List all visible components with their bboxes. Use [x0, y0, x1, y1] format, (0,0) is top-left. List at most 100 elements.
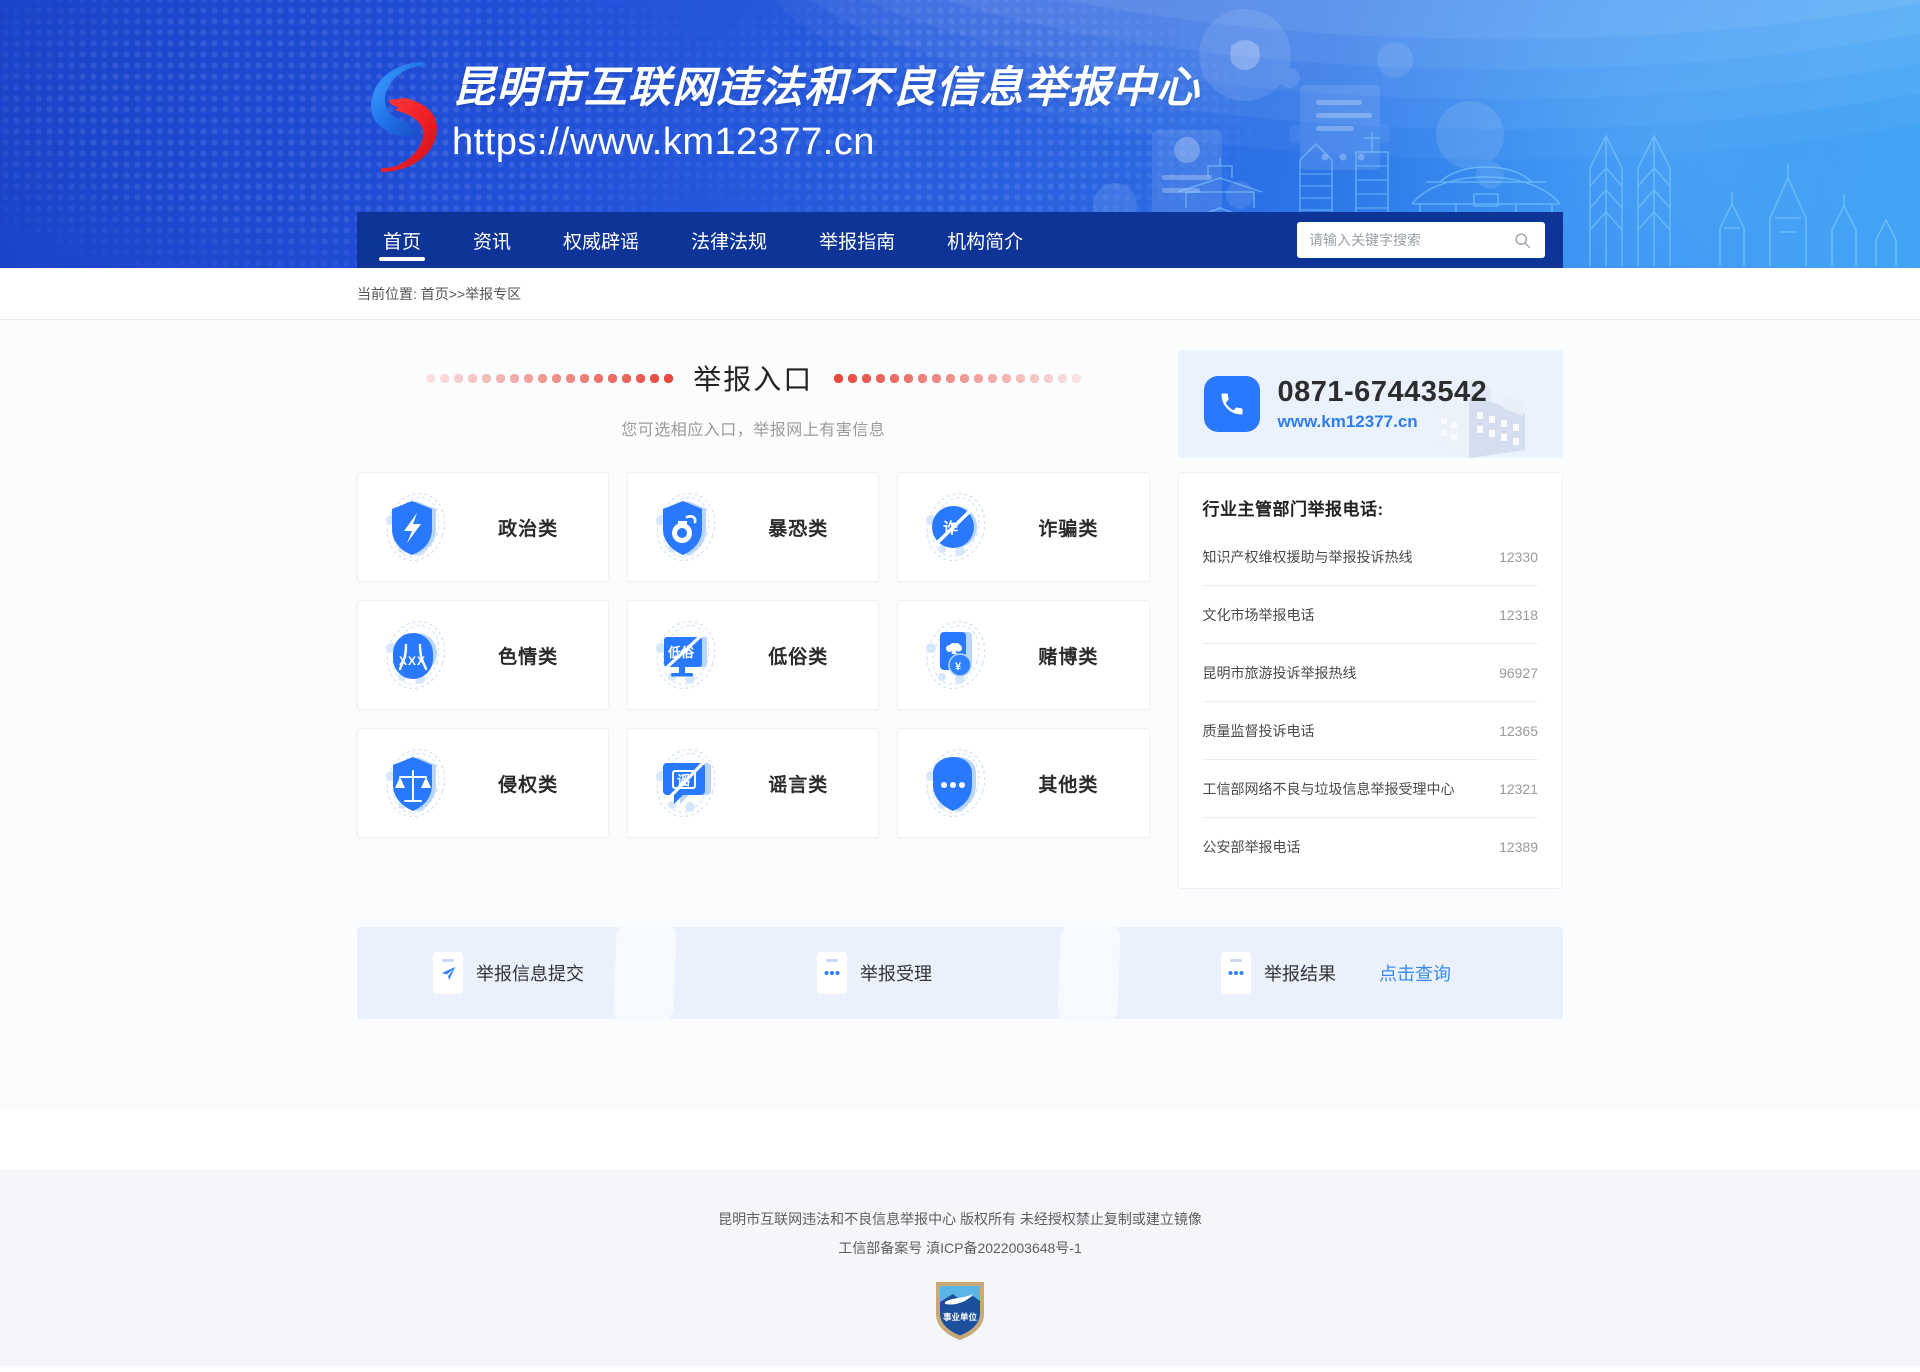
hotline-row[interactable]: 文化市场举报电话 12318: [1202, 586, 1538, 644]
process-step-label: 举报信息提交: [476, 964, 584, 984]
hotline-list-title: 行业主管部门举报电话:: [1202, 500, 1384, 519]
category-card-politics[interactable]: 政治类: [357, 472, 610, 582]
hotline-number: 12389: [1499, 839, 1538, 855]
category-card-pornography[interactable]: XXX 色情类: [357, 600, 610, 710]
nav-item-home[interactable]: 首页: [357, 212, 447, 268]
gambling-card-icon: ¥: [916, 615, 996, 695]
category-label: 诈骗类: [1038, 518, 1099, 540]
nav-item-report-guide[interactable]: 举报指南: [793, 212, 921, 268]
nav-item-rumor-refutation[interactable]: 权威辟谣: [537, 212, 665, 268]
hotline-row[interactable]: 公安部举报电话 12389: [1203, 818, 1538, 876]
report-process-bar: 举报信息提交 举报受理 举报结果 点击查询: [357, 927, 1563, 1019]
hotline-row[interactable]: 工信部网络不良与垃圾信息举报受理中心 12321: [1202, 760, 1538, 818]
category-card-rumor[interactable]: 谣 谣言类: [627, 728, 880, 838]
process-step-label: 举报结果: [1264, 964, 1336, 984]
hotline-website[interactable]: www.km12377.cn: [1278, 412, 1488, 432]
svg-text:事业单位: 事业单位: [943, 1312, 978, 1322]
category-card-vulgarity[interactable]: 低俗 低俗类: [627, 600, 880, 710]
process-separator: [613, 927, 677, 1019]
hotline-name: 质量监督投诉电话: [1202, 722, 1315, 739]
hotline-highlight-box: 0871-67443542 www.km12377.cn: [1177, 350, 1563, 458]
category-card-other[interactable]: 其他类: [897, 728, 1150, 838]
search-box[interactable]: [1297, 222, 1545, 258]
rumor-blocked-icon: 谣: [646, 743, 726, 823]
process-step-submit[interactable]: 举报信息提交: [357, 927, 775, 1019]
category-label: 其他类: [1038, 774, 1099, 796]
category-label: 色情类: [498, 646, 559, 668]
category-grid: 政治类 暴恐类 诈骗类 XXX 色情类 低俗类 ¥ 赌博类 侵权类 谣 谣言类 …: [357, 472, 1150, 838]
brand-text-block: 昆明市互联网违法和不良信息举报中心 https://www.km12377.cn: [452, 62, 1200, 166]
shield-grenade-icon: [646, 487, 726, 567]
category-label: 低俗类: [768, 646, 829, 668]
process-step-accept[interactable]: 举报受理: [775, 927, 1159, 1019]
hotline-name: 昆明市旅游投诉举报热线: [1202, 664, 1357, 681]
nav-item-laws[interactable]: 法律法规: [665, 212, 793, 268]
report-entry-column: 举报入口 您可选相应入口，举报网上有害信息 政治类 暴恐类 诈骗类 XXX 色情…: [357, 350, 1150, 838]
page-body: 举报入口 您可选相应入口，举报网上有害信息 政治类 暴恐类 诈骗类 XXX 色情…: [0, 320, 1920, 1110]
svg-text:XXX: XXX: [399, 654, 426, 668]
nav-item-about[interactable]: 机构简介: [921, 212, 1049, 268]
nav-item-label: 权威辟谣: [563, 231, 640, 253]
dot-ornament-left: [425, 372, 674, 384]
nav-item-label: 机构简介: [947, 231, 1024, 253]
nav-item-list: 首页 资讯 权威辟谣 法律法规 举报指南 机构简介: [357, 212, 1049, 268]
breadcrumb-bar: 当前位置: 首页>>举报专区: [0, 268, 1920, 320]
site-url: https://www.km12377.cn: [452, 120, 875, 163]
process-bar-wrap: 举报信息提交 举报受理 举报结果 点击查询: [357, 927, 1563, 1019]
hotline-text-block: 0871-67443542 www.km12377.cn: [1278, 376, 1488, 432]
search-input[interactable]: [1309, 232, 1511, 248]
hotline-name: 工信部网络不良与垃圾信息举报受理中心: [1202, 780, 1455, 797]
gov-shield-icon[interactable]: 事业单位: [933, 1278, 987, 1342]
shield-dots-icon: [916, 743, 996, 823]
hotline-number: 96927: [1499, 664, 1538, 681]
category-card-fraud[interactable]: 诈 诈骗类: [897, 472, 1150, 582]
breadcrumb: 当前位置: 首页>>举报专区: [357, 285, 522, 302]
hotline-row[interactable]: 质量监督投诉电话 12365: [1202, 702, 1538, 760]
hotline-number: 12318: [1499, 606, 1538, 623]
hotline-number: 12365: [1499, 722, 1538, 739]
site-title: 昆明市互联网违法和不良信息举报中心: [452, 64, 1200, 112]
sidebar-column: 0871-67443542 www.km12377.cn 行业主管部门举报电话:…: [1177, 350, 1563, 889]
section-header: 举报入口: [357, 356, 1150, 400]
nav-item-news[interactable]: 资讯: [447, 212, 537, 268]
site-banner: 昆明市互联网违法和不良信息举报中心 https://www.km12377.cn…: [0, 0, 1920, 268]
svg-text:¥: ¥: [955, 661, 962, 673]
dots-icon: [817, 952, 847, 994]
shield-scales-icon: [376, 743, 456, 823]
footer-copyright: 昆明市互联网违法和不良信息举报中心 版权所有 未经授权禁止复制或建立镜像: [718, 1211, 1202, 1227]
site-footer: 昆明市互联网违法和不良信息举报中心 版权所有 未经授权禁止复制或建立镜像 工信部…: [0, 1170, 1920, 1366]
hotline-number: 12330: [1499, 548, 1538, 565]
process-step-result[interactable]: 举报结果 点击查询: [1159, 927, 1563, 1019]
nav-item-label: 首页: [383, 231, 422, 253]
category-card-infringement[interactable]: 侵权类: [357, 728, 610, 838]
hotline-name: 文化市场举报电话: [1202, 606, 1315, 623]
nav-item-label: 举报指南: [819, 231, 896, 253]
department-hotline-list: 行业主管部门举报电话: 知识产权维权援助与举报投诉热线 12330 文化市场举报…: [1177, 472, 1563, 889]
site-logo[interactable]: [357, 56, 449, 176]
category-label: 政治类: [498, 518, 559, 540]
hotline-number: 12321: [1499, 780, 1538, 797]
hotline-name: 知识产权维权援助与举报投诉热线: [1202, 548, 1413, 565]
nav-item-label: 法律法规: [691, 231, 768, 253]
dot-ornament-right: [833, 372, 1082, 384]
paper-plane-icon: [433, 952, 463, 994]
category-card-gambling[interactable]: ¥ 赌博类: [897, 600, 1150, 710]
category-label: 侵权类: [498, 774, 559, 796]
category-label: 暴恐类: [768, 518, 829, 540]
category-label: 谣言类: [768, 774, 829, 796]
fraud-blocked-icon: 诈: [916, 487, 996, 567]
hotline-number: 0871-67443542: [1277, 375, 1488, 408]
category-card-terrorism[interactable]: 暴恐类: [627, 472, 880, 582]
phone-icon: [1203, 376, 1260, 432]
section-subtitle: 您可选相应入口，举报网上有害信息: [621, 422, 886, 439]
nav-item-label: 资讯: [473, 231, 512, 253]
hotline-row[interactable]: 知识产权维权援助与举报投诉热线 12330: [1202, 528, 1538, 586]
search-icon[interactable]: [1511, 229, 1533, 251]
vulgar-blocked-icon: 低俗: [646, 615, 726, 695]
main-navigation: 首页 资讯 权威辟谣 法律法规 举报指南 机构简介: [357, 212, 1563, 268]
process-step-label: 举报受理: [860, 964, 932, 984]
hotline-row[interactable]: 昆明市旅游投诉举报热线 96927: [1202, 644, 1538, 702]
shield-politics-icon: [376, 487, 456, 567]
hotline-name: 公安部举报电话: [1202, 839, 1301, 855]
query-result-link[interactable]: 点击查询: [1379, 960, 1451, 986]
